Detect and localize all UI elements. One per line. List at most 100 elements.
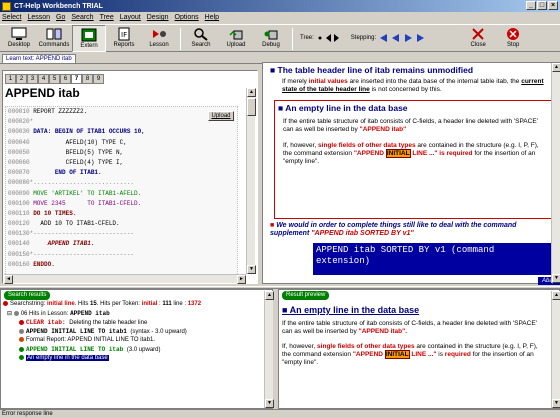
list-item[interactable]: APPEND INITIAL LINE TO itab1 (syntax - 3… (3, 327, 272, 336)
close-icon (472, 28, 484, 40)
menu-help[interactable]: Help (205, 14, 219, 21)
scroll-up-icon[interactable]: ▲ (552, 291, 560, 300)
left-scrollbar[interactable]: ▲ ▼ (246, 88, 256, 274)
upload-button[interactable]: Upload (208, 111, 234, 121)
menu-select[interactable]: Select (2, 14, 21, 21)
commands-button[interactable]: Commands (37, 25, 71, 52)
scroll-down-icon[interactable]: ▼ (265, 399, 274, 408)
right-scrollbar[interactable]: ▲ ▼ (551, 63, 560, 283)
minimize-button[interactable]: _ (526, 1, 536, 10)
search-button[interactable]: Search (184, 25, 218, 52)
sorted-note: ■ We would in order to complete things s… (270, 222, 517, 237)
menu-lesson[interactable]: Lesson (27, 14, 50, 21)
list-item[interactable]: APPEND INITIAL LINE TO itab (3.0 upward) (3, 345, 272, 354)
stop-label: Stop (506, 42, 520, 48)
code-line: 000020* (8, 118, 34, 126)
menu-search[interactable]: Search (71, 14, 93, 21)
result-preview-panel: Result preview ■ An empty line in the da… (278, 289, 560, 409)
scroll-right-icon[interactable]: ► (237, 275, 246, 284)
tab-6[interactable]: 6 (60, 74, 71, 84)
menu-options[interactable]: Options (175, 14, 199, 21)
scroll-thumb[interactable] (247, 98, 256, 116)
status-bar: Error response line (0, 409, 560, 418)
panel-title: Result preview (282, 291, 330, 300)
lesson-button[interactable]: Lesson (142, 25, 176, 52)
section-heading: ■ The table header line of itab remains … (270, 65, 474, 75)
reports-button[interactable]: IF Reports (107, 25, 141, 52)
preview-heading: ■ An empty line in the data base (282, 305, 420, 315)
app-icon (2, 1, 11, 11)
code-line: 000140 APPEND ITAB1. (8, 240, 95, 248)
code-line: 000130*---------------------------- (8, 230, 135, 238)
section-text: If merely initial values are inserted in… (282, 78, 544, 93)
tab-3[interactable]: 3 (27, 74, 38, 84)
search-scrollbar[interactable]: ▲ ▼ (264, 291, 274, 408)
tab-9[interactable]: 9 (93, 74, 104, 84)
upload-icon (229, 30, 243, 40)
extern-icon (81, 28, 97, 42)
close-button[interactable]: Close (461, 25, 495, 52)
search-results-panel: Search results Searchstring: initial lin… (0, 289, 274, 409)
search-icon (194, 28, 208, 41)
maximize-button[interactable]: □ (537, 1, 547, 10)
scroll-up-icon[interactable]: ▲ (552, 63, 560, 72)
panel-title: Search results (4, 291, 51, 300)
tab-5[interactable]: 5 (49, 74, 60, 84)
tab-8[interactable]: 8 (82, 74, 93, 84)
menu-go[interactable]: Go (56, 14, 65, 21)
code-line: 000010 REPORT ZZZZZZ2. (8, 108, 88, 115)
search-label: Search (191, 42, 211, 48)
lesson-tab[interactable]: Learn text: APPEND itab (2, 54, 76, 64)
tree-label: Tree: (300, 35, 314, 41)
tree-group[interactable]: ⊟ 06 Hits in Lesson: APPEND itab (3, 309, 272, 318)
lesson-title: APPEND itab (5, 86, 80, 100)
desktop-button[interactable]: Desktop (2, 25, 36, 52)
stepping-nav-icons[interactable] (379, 34, 427, 42)
item-dot-icon (19, 328, 24, 334)
close-window-button[interactable]: × (548, 1, 558, 10)
preview-scrollbar[interactable]: ▲ ▼ (551, 291, 560, 408)
section-text: If the entire table structure of itab co… (283, 118, 538, 133)
scroll-down-icon[interactable]: ▼ (552, 274, 560, 283)
empty-line-box: ■ An empty line in the data base If the … (274, 100, 553, 219)
extern-label: Extern (80, 43, 98, 49)
stop-button[interactable]: Stop (496, 25, 530, 52)
scroll-up-icon[interactable]: ▲ (265, 291, 274, 300)
search-dot-icon (3, 300, 8, 306)
tab-1[interactable]: 1 (5, 74, 16, 84)
stepping-label: Stepping: (350, 35, 377, 41)
item-dot-icon (19, 336, 24, 342)
toolbar-separator (292, 28, 293, 50)
section-unmodified: ■ The table header line of itab remains … (270, 65, 555, 94)
extern-button[interactable]: Extern (72, 25, 106, 52)
item-dot-icon (19, 319, 24, 325)
commands-icon (46, 28, 62, 40)
list-item[interactable]: CLEAR itab: Deleting the table header li… (3, 318, 272, 327)
lesson-label: Lesson (149, 42, 169, 48)
commands-label: Commands (38, 42, 70, 48)
search-summary: Searchstring: initial line. Hits 15. Hit… (1, 300, 272, 363)
code-line: 000160 ENDDO. (8, 260, 55, 268)
scroll-up-icon[interactable]: ▲ (247, 88, 256, 97)
debug-button[interactable]: Debug (254, 25, 288, 52)
list-item-selected[interactable]: An empty line in the data base (3, 354, 272, 363)
code-line: 000030 DATA: BEGIN OF ITAB1 OCCURS 10, (8, 128, 145, 136)
menu-tree[interactable]: Tree (100, 14, 114, 21)
tab-4[interactable]: 4 (38, 74, 49, 84)
scroll-down-icon[interactable]: ▼ (552, 399, 560, 408)
code-line: 000100 MOVE 2345 TO ITAB1-CFELD. (8, 199, 142, 207)
scroll-left-icon[interactable]: ◄ (4, 275, 13, 284)
menu-layout[interactable]: Layout (120, 14, 141, 21)
tab-2[interactable]: 2 (16, 74, 27, 84)
window-title: CT-Help Workbench TRIAL (14, 2, 103, 10)
code-line: 000120 ADD 10 TO ITAB1-CFELD. (8, 220, 120, 228)
menu-design[interactable]: Design (147, 14, 169, 21)
tab-7[interactable]: 7 (71, 74, 82, 84)
list-item[interactable]: Formal Report: APPEND INITIAL LINE TO it… (3, 336, 272, 345)
debug-label: Debug (262, 42, 280, 48)
upload-toolbar-button[interactable]: Upload (219, 25, 253, 52)
command-banner: APPEND itab SORTED BY v1 (command extens… (313, 243, 554, 275)
left-hscrollbar[interactable]: ◄ ► (4, 274, 246, 284)
scroll-down-icon[interactable]: ▼ (247, 265, 256, 274)
tree-nav-icons[interactable] (317, 34, 343, 42)
